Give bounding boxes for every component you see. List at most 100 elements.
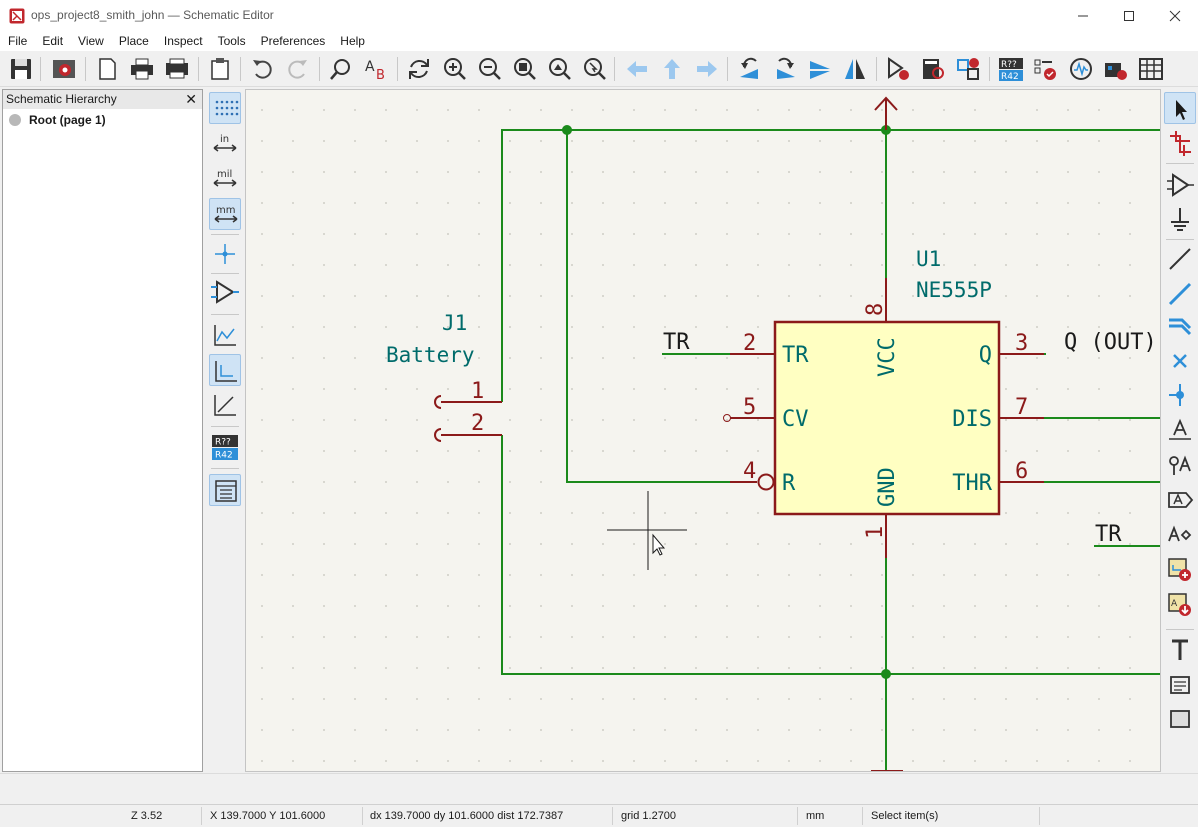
pin-name-dis: DIS	[952, 407, 992, 432]
add-rectangle-icon[interactable]	[1164, 703, 1196, 735]
rotate-cw-icon[interactable]	[771, 55, 799, 83]
select-tool-icon[interactable]	[1164, 92, 1196, 124]
add-hierarchical-label-icon[interactable]	[1164, 519, 1196, 551]
pin-number-2: 2	[743, 331, 756, 356]
schematic-canvas[interactable]: 1 2 J1 Battery 2 5 4 3 7 6 8 1 TR CV R Q…	[245, 89, 1161, 772]
annotate-icon[interactable]: R?? R42	[997, 55, 1025, 83]
svg-text:B: B	[376, 68, 385, 83]
maximize-button[interactable]	[1106, 0, 1152, 31]
mirror-vertical-icon[interactable]	[806, 55, 834, 83]
annotation-toggle-icon[interactable]: R?? R42	[209, 431, 241, 463]
add-wire-icon[interactable]	[1164, 278, 1196, 310]
junction-dot	[562, 125, 572, 135]
svg-text:R42: R42	[1001, 72, 1019, 82]
pcb-editor-icon[interactable]	[1102, 55, 1130, 83]
zoom-fit-icon[interactable]	[510, 55, 538, 83]
plot-icon[interactable]	[163, 55, 191, 83]
navigate-forward-icon[interactable]	[693, 55, 721, 83]
status-grid: grid 1.2700	[621, 810, 677, 822]
pin-number-8: 8	[863, 303, 888, 316]
simulator-icon[interactable]	[1067, 55, 1095, 83]
right-toolbar: A	[1162, 89, 1198, 772]
line-mode-90-icon[interactable]	[209, 354, 241, 386]
paste-icon[interactable]	[206, 55, 234, 83]
menu-help[interactable]: Help	[332, 31, 372, 51]
add-bus-icon[interactable]	[1164, 311, 1196, 343]
add-global-label-icon[interactable]	[1164, 484, 1196, 516]
pin-number-5: 5	[743, 395, 756, 420]
add-symbol-icon[interactable]	[1164, 169, 1196, 201]
units-mils-button[interactable]: mil	[209, 163, 241, 195]
find-icon[interactable]	[327, 55, 355, 83]
find-replace-icon[interactable]: AB	[362, 55, 390, 83]
zoom-objects-icon[interactable]	[545, 55, 573, 83]
u1-reference: U1	[916, 247, 941, 271]
hierarchy-root-item[interactable]: Root (page 1)	[9, 113, 106, 127]
refresh-icon[interactable]	[405, 55, 433, 83]
menu-view[interactable]: View	[70, 31, 111, 51]
zoom-out-icon[interactable]	[475, 55, 503, 83]
add-label-icon[interactable]	[1164, 414, 1196, 446]
menu-place[interactable]: Place	[111, 31, 156, 51]
zoom-selection-icon[interactable]	[580, 55, 608, 83]
page-settings-icon[interactable]	[93, 55, 121, 83]
add-power-icon[interactable]	[1164, 204, 1196, 236]
save-icon[interactable]	[7, 55, 35, 83]
add-net-class-icon[interactable]	[1164, 449, 1196, 481]
u1-value: NE555P	[916, 278, 992, 302]
navigate-back-icon[interactable]	[623, 55, 651, 83]
grid-toggle-icon[interactable]	[209, 92, 241, 124]
main-toolbar: AB R?? R42	[0, 51, 1198, 87]
redo-icon[interactable]	[284, 55, 312, 83]
add-textbox-icon[interactable]	[1164, 669, 1196, 701]
menu-inspect[interactable]: Inspect	[156, 31, 210, 51]
pin-number-4: 4	[743, 459, 756, 484]
close-button[interactable]	[1152, 0, 1198, 31]
j1-pin2-number: 2	[471, 411, 484, 436]
menu-tools[interactable]: Tools	[210, 31, 253, 51]
symbol-editor-icon[interactable]	[884, 55, 912, 83]
svg-text:A: A	[1171, 599, 1178, 609]
line-mode-free-icon[interactable]	[209, 319, 241, 351]
add-text-icon[interactable]	[1164, 634, 1196, 666]
net-label-tr-left[interactable]: TR	[663, 330, 690, 355]
print-icon[interactable]	[128, 55, 156, 83]
import-sheet-pin-icon[interactable]: A	[1164, 589, 1196, 621]
bom-icon[interactable]	[1137, 55, 1165, 83]
units-mm-label: mm	[216, 205, 235, 216]
add-line-icon[interactable]	[1164, 243, 1196, 275]
zoom-in-icon[interactable]	[440, 55, 468, 83]
app-icon	[9, 8, 25, 27]
svg-text:R??: R??	[1001, 60, 1017, 70]
cursor-crosshair-icon[interactable]	[209, 238, 241, 270]
net-label-tr-right[interactable]: TR	[1095, 522, 1122, 547]
window-title: ops_project8_smith_john — Schematic Edit…	[31, 8, 274, 22]
hierarchy-close-button[interactable]: ✕	[185, 91, 197, 108]
symbol-browser-icon[interactable]	[919, 55, 947, 83]
units-inches-button[interactable]: in	[209, 128, 241, 160]
navigate-up-icon[interactable]	[658, 55, 686, 83]
footprint-assign-icon[interactable]	[954, 55, 982, 83]
mirror-horizontal-icon[interactable]	[841, 55, 869, 83]
erc-icon[interactable]	[1032, 55, 1060, 83]
pin-name-vcc: VCC	[875, 337, 900, 377]
menu-file[interactable]: File	[0, 31, 34, 51]
line-mode-45-icon[interactable]	[209, 389, 241, 421]
add-sheet-icon[interactable]	[1164, 554, 1196, 586]
hierarchy-navigator-icon[interactable]	[209, 474, 241, 506]
minimize-button[interactable]	[1060, 0, 1106, 31]
no-connect-icon[interactable]	[1164, 345, 1196, 377]
highlight-net-icon[interactable]	[1164, 127, 1196, 159]
schematic-setup-icon[interactable]	[50, 55, 78, 83]
pin-name-tr: TR	[782, 343, 809, 368]
rotate-ccw-icon[interactable]	[736, 55, 764, 83]
net-label-q-out[interactable]: Q (OUT)	[1064, 330, 1157, 355]
menu-edit[interactable]: Edit	[34, 31, 70, 51]
undo-icon[interactable]	[248, 55, 276, 83]
hidden-pins-icon[interactable]	[209, 276, 241, 308]
units-mm-button[interactable]: mm	[209, 198, 241, 230]
add-junction-icon[interactable]	[1164, 379, 1196, 411]
j1-pin1-number: 1	[471, 379, 484, 404]
menu-preferences[interactable]: Preferences	[253, 31, 333, 51]
pin-number-3: 3	[1015, 331, 1028, 356]
